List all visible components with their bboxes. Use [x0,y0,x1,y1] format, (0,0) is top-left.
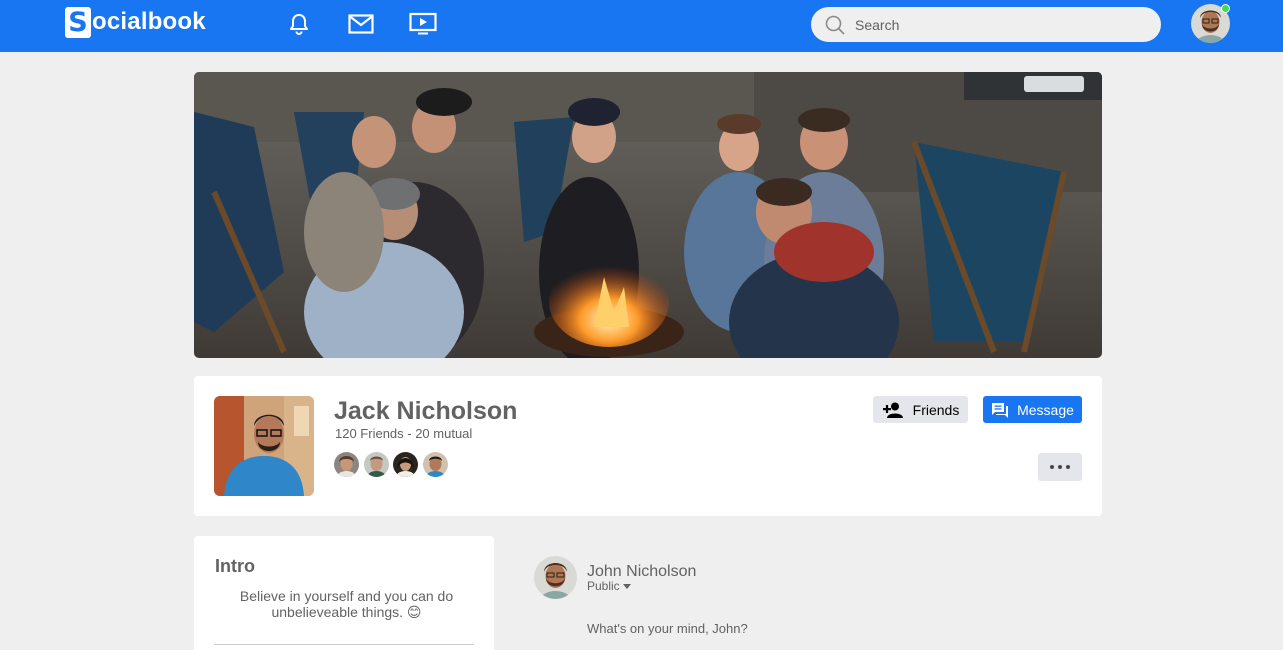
message-button-label: Message [1017,401,1074,418]
logo-text: ocialbook [92,8,206,35]
person-add-icon [882,402,903,418]
mutual-friend-avatar[interactable] [334,452,359,477]
mail-icon[interactable] [347,12,375,36]
intro-card: Intro Believe in yourself and you can do… [194,536,494,650]
profile-name: Jack Nicholson [334,397,518,425]
search-input[interactable] [855,16,1135,33]
friends-button-label: Friends [912,401,960,418]
chat-icon [992,402,1009,418]
dot-icon [1050,465,1054,469]
dot-icon [1058,465,1062,469]
intro-title: Intro [215,556,255,576]
more-options-button[interactable] [1038,453,1082,481]
post-composer: John Nicholson Public What's on your min… [514,536,1102,650]
search-box[interactable] [811,7,1161,42]
privacy-label: Public [587,579,620,593]
video-icon[interactable] [409,12,437,36]
profile-card: Jack Nicholson 120 Friends - 20 mutual F… [194,376,1102,516]
privacy-selector[interactable]: Public [587,579,631,593]
mutual-friend-avatar[interactable] [393,452,418,477]
bell-icon[interactable] [285,12,313,36]
search-icon [825,15,845,35]
friends-button[interactable]: Friends [873,396,968,423]
composer-avatar[interactable] [534,556,577,599]
mutual-friend-avatar[interactable] [363,452,389,477]
mutual-friend-avatar[interactable] [422,452,448,477]
cover-photo [194,72,1102,358]
dot-icon [1066,465,1070,469]
caret-down-icon [622,583,631,589]
socialbook-logo[interactable]: S ocialbook [65,6,206,38]
logo-mark: S [65,6,91,38]
profile-photo[interactable] [214,396,314,496]
top-navbar: S ocialbook [0,0,1283,52]
divider [214,644,474,645]
mutual-friends-avatars [334,452,452,477]
intro-bio: Believe in yourself and you can do unbel… [239,588,454,620]
profile-friend-count: 120 Friends - 20 mutual [335,426,473,441]
online-status-indicator [1221,4,1230,13]
post-input[interactable]: What's on your mind, John? [587,621,748,636]
user-avatar[interactable] [1191,4,1230,43]
message-button[interactable]: Message [983,396,1082,423]
